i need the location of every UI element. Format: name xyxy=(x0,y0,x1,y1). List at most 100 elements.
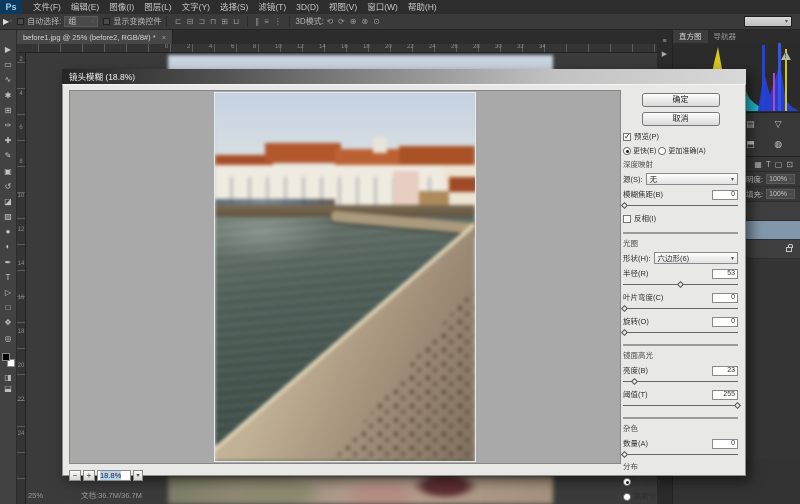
blade-curvature-input[interactable]: 0 xyxy=(712,293,738,303)
zoom-percent-field[interactable]: 18.8% xyxy=(97,470,131,481)
blur-tool-icon[interactable]: ● xyxy=(6,227,11,242)
source-select[interactable]: 无 ▾ xyxy=(646,173,738,185)
show-transform-checkbox[interactable] xyxy=(103,18,110,25)
radius-input[interactable]: 53 xyxy=(712,269,738,279)
slider-thumb[interactable] xyxy=(621,202,628,209)
align-h-centers-icon[interactable]: ⊟ xyxy=(187,17,194,26)
filter-smart-objects-icon[interactable]: ⊡ xyxy=(786,160,793,169)
brightness-slider[interactable] xyxy=(623,378,738,385)
screen-mode-icon[interactable]: ⬓ xyxy=(4,383,12,394)
dialog-title-bar[interactable]: 镜头模糊 (18.8%) xyxy=(62,69,746,84)
source-caret-icon: ▾ xyxy=(731,176,734,183)
healing-brush-tool-icon[interactable]: ✚ xyxy=(5,136,12,151)
preview-image[interactable] xyxy=(214,92,476,462)
foreground-color-swatch[interactable] xyxy=(2,353,10,361)
distribute-h-icon[interactable]: ∥ xyxy=(255,17,259,26)
3d-drag-icon[interactable]: ⊕ xyxy=(350,17,357,26)
adjustment-curves-icon[interactable]: ▤ xyxy=(746,119,755,130)
ok-button[interactable]: 确定 xyxy=(642,93,720,107)
hand-tool-icon[interactable]: ✥ xyxy=(5,318,12,333)
align-top-edges-icon[interactable]: ⊓ xyxy=(210,17,216,26)
adjustment-bw-icon[interactable]: ◍ xyxy=(774,139,782,150)
status-zoom-value[interactable]: 25% xyxy=(28,491,43,500)
fill-value[interactable]: 100% ▾ xyxy=(766,189,795,199)
align-v-centers-icon[interactable]: ⊞ xyxy=(221,17,228,26)
color-swatches[interactable] xyxy=(2,353,15,367)
tab-navigator[interactable]: 导航器 xyxy=(708,30,743,43)
close-tab-icon[interactable]: × xyxy=(162,33,166,42)
shape-tool-icon[interactable]: □ xyxy=(6,303,11,318)
radius-slider[interactable] xyxy=(623,281,738,288)
noise-amount-input[interactable]: 0 xyxy=(712,439,738,449)
align-bottom-edges-icon[interactable]: ⊔ xyxy=(233,17,239,26)
more-accurate-radio[interactable] xyxy=(658,147,666,155)
histogram-warning-icon[interactable] xyxy=(781,51,791,60)
noise-amount-slider[interactable] xyxy=(623,451,738,458)
path-select-tool-icon[interactable]: ▷ xyxy=(5,288,11,303)
filter-pixel-layers-icon[interactable]: ▦ xyxy=(754,160,762,169)
clone-stamp-tool-icon[interactable]: ▣ xyxy=(4,167,12,182)
3d-roll-icon[interactable]: ⟳ xyxy=(338,17,345,26)
zoom-out-button[interactable]: − xyxy=(69,470,81,481)
zoom-in-button[interactable]: + xyxy=(83,470,95,481)
preview-checkbox[interactable] xyxy=(623,133,631,141)
shape-select[interactable]: 六边形(6) ▾ xyxy=(654,252,739,264)
slider-thumb[interactable] xyxy=(621,451,628,458)
slider-thumb[interactable] xyxy=(621,305,628,312)
adjustment-exposure-icon[interactable]: ▽ xyxy=(775,119,782,130)
blur-focal-input[interactable]: 0 xyxy=(712,190,738,200)
tool-icons: ▶▭∿✱⊞✑✚✎▣↺◪▨●◐✒T▷□✥◎ xyxy=(4,45,12,349)
blur-focal-slider[interactable] xyxy=(623,202,738,209)
rotation-slider[interactable] xyxy=(623,329,738,336)
slider-thumb[interactable] xyxy=(734,402,741,409)
adjustment-balance-icon[interactable]: ⬒ xyxy=(746,139,755,150)
threshold-slider[interactable] xyxy=(623,402,738,409)
eraser-tool-icon[interactable]: ◪ xyxy=(4,197,12,212)
uniform-radio[interactable] xyxy=(623,478,631,486)
3d-scale-icon[interactable]: ⊙ xyxy=(373,17,380,26)
filter-type-layers-icon[interactable]: T xyxy=(766,160,771,169)
threshold-input[interactable]: 255 xyxy=(712,390,738,400)
align-right-edges-icon[interactable]: ⊐ xyxy=(198,17,205,26)
panel-collapse-icon[interactable]: ≡ xyxy=(657,35,672,48)
gaussian-radio[interactable] xyxy=(623,493,631,501)
zoom-percent-caret-icon[interactable]: ▾ xyxy=(133,470,143,481)
pen-tool-icon[interactable]: ✒ xyxy=(5,258,12,273)
slider-thumb[interactable] xyxy=(676,281,683,288)
tool-preset-caret-icon[interactable]: ▾ xyxy=(9,18,12,25)
blade-curvature-slider[interactable] xyxy=(623,305,738,312)
brightness-input[interactable]: 23 xyxy=(712,366,738,376)
quick-mask-icon[interactable]: ◨ xyxy=(4,372,12,383)
faster-radio[interactable] xyxy=(623,147,631,155)
align-left-edges-icon[interactable]: ⊏ xyxy=(175,17,182,26)
document-tab[interactable]: before1.jpg @ 25% (before2, RGB/8#) * × xyxy=(17,30,173,44)
gradient-tool-icon[interactable]: ▨ xyxy=(4,212,12,227)
zoom-tool-icon[interactable]: ◎ xyxy=(5,334,12,349)
brush-tool-icon[interactable]: ✎ xyxy=(5,151,12,166)
cancel-button[interactable]: 取消 xyxy=(642,112,720,126)
workspace-select[interactable]: ▾ xyxy=(744,16,792,27)
marquee-tool-icon[interactable]: ▭ xyxy=(4,60,12,75)
rotation-input[interactable]: 0 xyxy=(712,317,738,327)
3d-slide-icon[interactable]: ⊗ xyxy=(361,17,368,26)
history-brush-tool-icon[interactable]: ↺ xyxy=(5,182,12,197)
dodge-tool-icon[interactable]: ◐ xyxy=(6,242,11,257)
invert-checkbox[interactable] xyxy=(623,215,631,223)
distribute-stack-icon[interactable]: ⋮ xyxy=(274,17,282,26)
lasso-tool-icon[interactable]: ∿ xyxy=(5,75,12,90)
filter-shape-layers-icon[interactable]: ▢ xyxy=(775,160,783,169)
move-tool-icon[interactable]: ▶ xyxy=(5,45,11,60)
slider-thumb[interactable] xyxy=(630,378,637,385)
tab-histogram[interactable]: 直方图 xyxy=(673,30,708,43)
auto-select-dropdown[interactable]: 组 ▾ xyxy=(64,16,98,27)
eyedropper-tool-icon[interactable]: ✑ xyxy=(5,121,12,136)
crop-tool-icon[interactable]: ⊞ xyxy=(5,106,12,121)
distribute-v-icon[interactable]: ≡ xyxy=(264,17,269,26)
opacity-value[interactable]: 100% ▾ xyxy=(766,174,795,184)
auto-select-checkbox[interactable] xyxy=(17,18,24,25)
panel-play-icon[interactable]: ▶ xyxy=(657,48,672,61)
slider-thumb[interactable] xyxy=(621,329,628,336)
quick-select-tool-icon[interactable]: ✱ xyxy=(5,91,12,106)
type-tool-icon[interactable]: T xyxy=(6,273,11,288)
3d-rotate-icon[interactable]: ⟲ xyxy=(326,17,333,26)
